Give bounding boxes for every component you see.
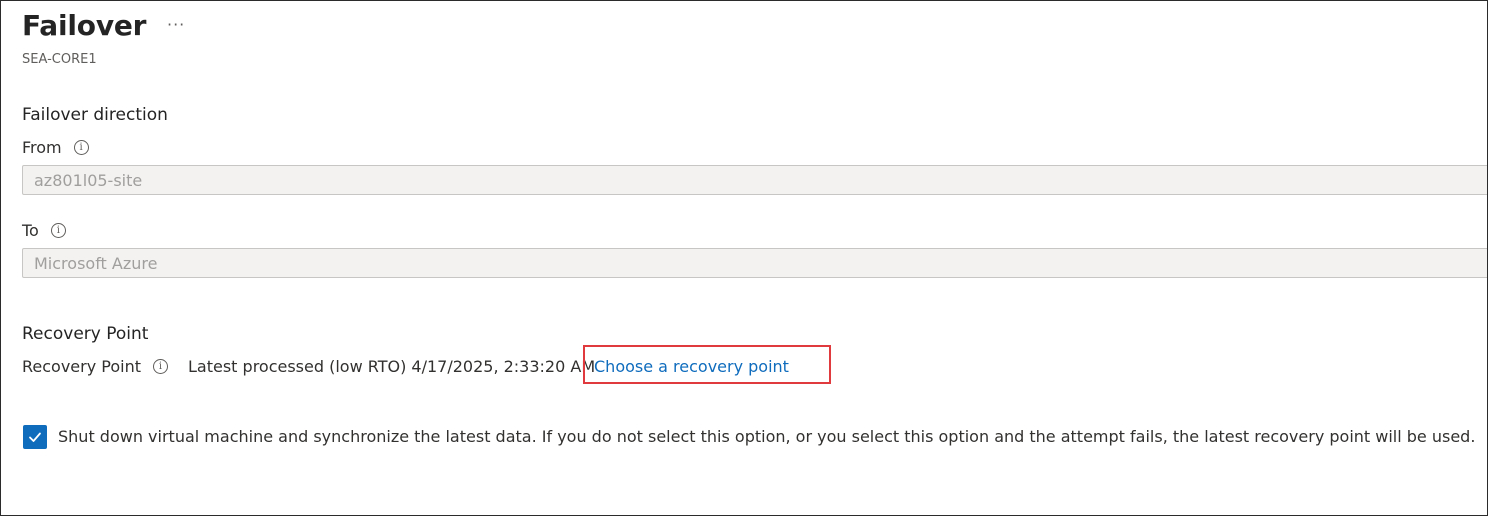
info-icon[interactable]: i <box>50 223 66 238</box>
failover-direction-heading: Failover direction <box>22 105 168 125</box>
info-icon[interactable]: i <box>73 140 89 155</box>
page-title: Failover <box>22 9 147 42</box>
page-subtitle: SEA-CORE1 <box>22 52 97 67</box>
info-icon[interactable]: i <box>153 359 168 374</box>
shutdown-checkbox[interactable] <box>23 425 47 449</box>
recovery-point-label: Recovery Point <box>22 357 141 376</box>
to-label: To <box>22 221 39 240</box>
highlight-box <box>583 345 831 384</box>
checkmark-icon <box>29 432 41 442</box>
to-label-row: To i <box>22 221 66 240</box>
failover-panel: Failover ··· SEA-CORE1 Failover directio… <box>0 0 1488 516</box>
from-label-row: From i <box>22 138 89 157</box>
more-icon[interactable]: ··· <box>167 15 185 34</box>
to-field <box>22 248 1487 278</box>
from-field <box>22 165 1487 195</box>
recovery-point-label-row: Recovery Point i <box>22 357 168 376</box>
shutdown-checkbox-label: Shut down virtual machine and synchroniz… <box>58 427 1476 446</box>
recovery-point-value: Latest processed (low RTO) 4/17/2025, 2:… <box>188 357 596 376</box>
recovery-point-heading: Recovery Point <box>22 324 149 344</box>
from-label: From <box>22 138 62 157</box>
